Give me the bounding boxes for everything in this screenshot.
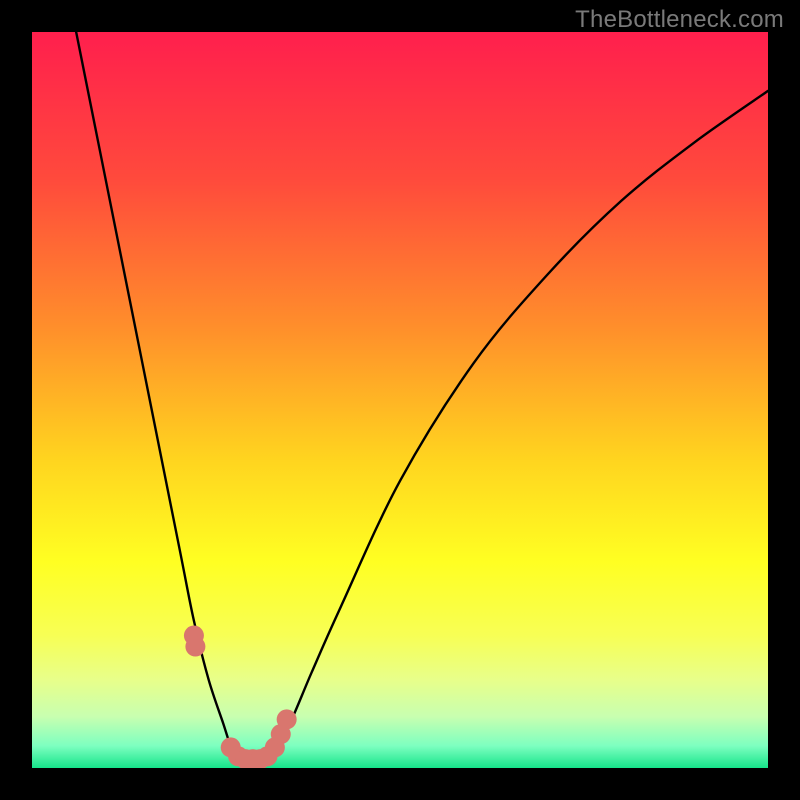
chart-frame: TheBottleneck.com	[0, 0, 800, 800]
highlight-point	[185, 637, 205, 657]
watermark-text: TheBottleneck.com	[575, 6, 784, 34]
curve-layer	[32, 32, 768, 768]
highlight-points-group	[184, 626, 297, 768]
plot-area	[32, 32, 768, 768]
bottleneck-curve	[76, 32, 768, 761]
highlight-point	[277, 709, 297, 729]
